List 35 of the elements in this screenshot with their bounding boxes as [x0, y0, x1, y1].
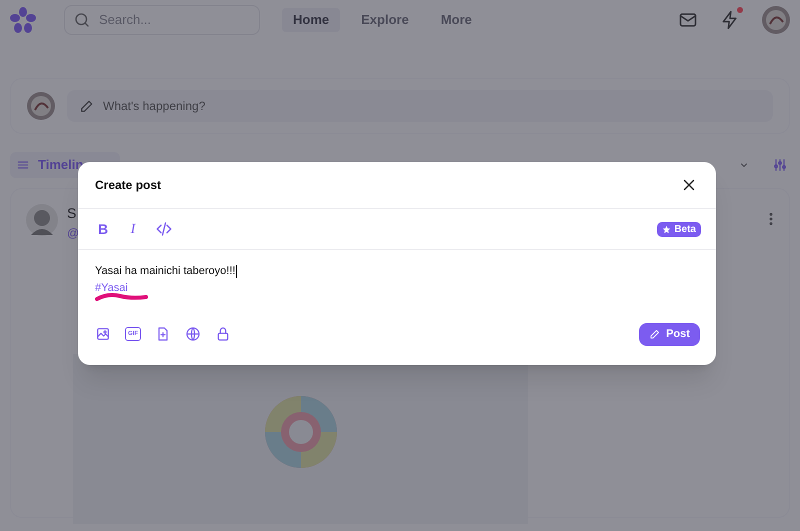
bold-button[interactable]: B [95, 218, 111, 240]
post-text: Yasai ha mainichi taberoyo!!! [95, 264, 236, 280]
lock-icon [215, 326, 231, 342]
avatar [25, 203, 59, 237]
image-button[interactable] [95, 326, 111, 342]
search-icon [73, 11, 91, 29]
composer-field[interactable]: What's happening? [67, 90, 773, 122]
globe-icon [185, 326, 201, 342]
star-icon [662, 224, 672, 234]
pencil-icon [79, 98, 95, 114]
avatar [27, 92, 55, 120]
beta-badge: Beta [657, 222, 701, 236]
author-name: S [67, 204, 78, 223]
code-button[interactable] [155, 220, 173, 238]
image-icon [95, 326, 111, 342]
globe-button[interactable] [185, 326, 201, 342]
flower-logo[interactable] [9, 6, 37, 34]
timeline-label: Timelin [38, 156, 84, 174]
sliders-icon[interactable] [772, 157, 788, 173]
nav-tab[interactable]: Explore [350, 8, 420, 32]
edit-icon [649, 328, 662, 340]
composer-placeholder: What's happening? [103, 98, 206, 115]
dialog-title: Create post [95, 177, 162, 194]
nav-tab[interactable]: More [430, 8, 483, 32]
marker-stroke [94, 293, 149, 302]
text-cursor [236, 265, 238, 278]
author-handle: @ [67, 225, 80, 242]
italic-button[interactable]: I [125, 218, 141, 240]
lock-button[interactable] [215, 326, 231, 342]
code-icon [155, 220, 173, 238]
nav-tab[interactable]: Home [282, 8, 340, 32]
avatar [762, 6, 790, 34]
hashtag[interactable]: #Yasai [95, 280, 128, 297]
post-button[interactable]: Post [639, 322, 700, 346]
post-text-field[interactable]: Yasai ha mainichi taberoyo!!! #Yasai [78, 250, 716, 315]
